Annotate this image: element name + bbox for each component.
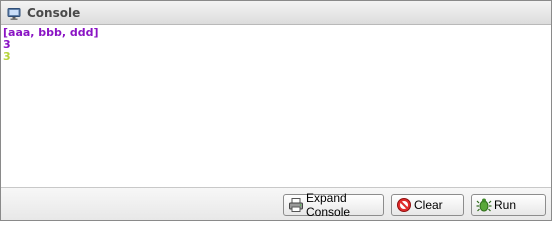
console-footer: Expand Console Clear Run bbox=[1, 187, 551, 220]
expand-console-button[interactable]: Expand Console bbox=[283, 191, 384, 219]
printer-icon bbox=[288, 197, 304, 213]
window-title: Console bbox=[27, 5, 81, 20]
title-bar: Console bbox=[1, 1, 551, 25]
bug-icon bbox=[476, 197, 492, 213]
console-line: [aaa, bbb, ddd] bbox=[3, 26, 99, 39]
clear-button[interactable]: Clear bbox=[391, 194, 464, 216]
monitor-icon bbox=[7, 6, 21, 20]
clear-label: Clear bbox=[414, 198, 443, 212]
expand-console-label: Expand Console bbox=[306, 191, 351, 219]
console-line: 3 bbox=[3, 38, 11, 51]
run-button[interactable]: Run bbox=[471, 194, 546, 216]
console-output: [aaa, bbb, ddd] 3 3 bbox=[1, 25, 551, 187]
console-line: 3 bbox=[3, 50, 11, 63]
console-window: Console [aaa, bbb, ddd] 3 3 Expand Conso… bbox=[0, 0, 552, 221]
no-entry-icon bbox=[396, 197, 412, 213]
run-label: Run bbox=[494, 198, 517, 212]
